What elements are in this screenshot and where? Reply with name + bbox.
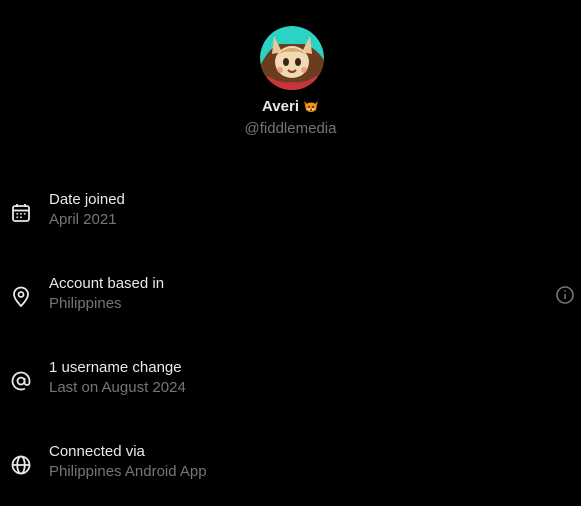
username-change-text: 1 username change Last on August 2024 — [49, 358, 186, 398]
row-title: Connected via — [49, 443, 145, 460]
row-subtitle: April 2021 — [49, 211, 117, 228]
avatar-image — [260, 26, 324, 90]
connected-via-text: Connected via Philippines Android App — [49, 442, 207, 482]
date-joined-text: Date joined April 2021 — [49, 190, 125, 230]
row-title: Date joined — [49, 191, 125, 208]
info-icon[interactable] — [554, 284, 576, 306]
row-title: 1 username change — [49, 359, 182, 376]
connected-via-row: Connected via Philippines Android App — [0, 442, 581, 490]
globe-icon — [10, 454, 32, 476]
row-subtitle: Last on August 2024 — [49, 379, 186, 396]
date-joined-row: Date joined April 2021 — [0, 190, 581, 238]
avatar[interactable] — [260, 26, 324, 90]
display-name: Averi — [0, 97, 581, 117]
account-location-row: Account based in Philippines — [0, 274, 581, 322]
account-location-text: Account based in Philippines — [49, 274, 164, 314]
username-change-row: 1 username change Last on August 2024 — [0, 358, 581, 406]
calendar-icon — [10, 202, 32, 224]
at-sign-icon — [10, 370, 32, 392]
row-subtitle: Philippines Android App — [49, 463, 207, 480]
display-name-text: Averi — [262, 98, 299, 115]
row-subtitle: Philippines — [49, 295, 122, 312]
location-pin-icon — [10, 286, 32, 308]
row-title: Account based in — [49, 275, 165, 292]
fox-face-emoji-icon — [303, 99, 319, 115]
user-handle: @fiddlemedia — [244, 120, 337, 137]
